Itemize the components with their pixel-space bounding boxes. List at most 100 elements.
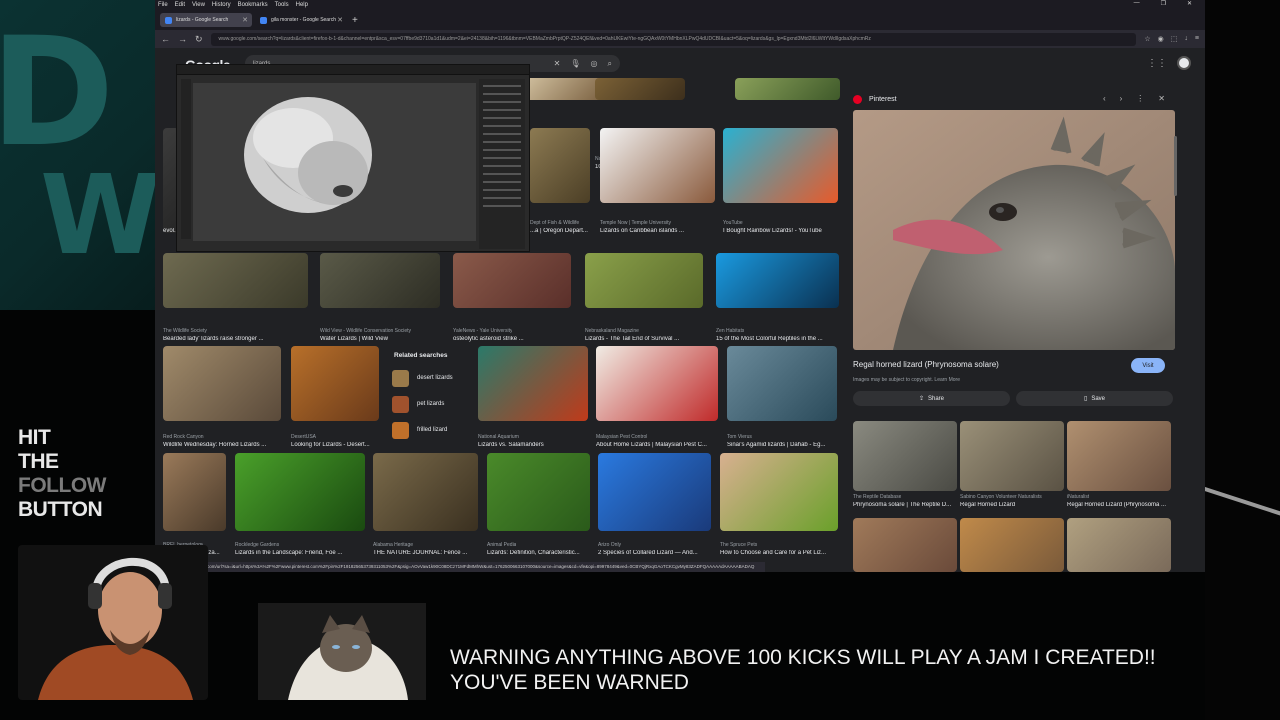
- menu-edit[interactable]: Edit: [175, 2, 185, 8]
- result-source[interactable]: Dept of Fish & Wildlife: [530, 220, 579, 226]
- result-title[interactable]: THE NATURE JOURNAL: Fence ...: [373, 550, 467, 556]
- result-title[interactable]: 2 Species of Collared Lizard — Arid...: [598, 550, 698, 556]
- result-title[interactable]: Bearded lady' lizards raise stronger ...: [163, 336, 264, 342]
- related-image[interactable]: [960, 421, 1064, 491]
- image-result[interactable]: [720, 453, 838, 531]
- preview-source[interactable]: Pinterest: [853, 95, 897, 104]
- result-title[interactable]: 15 of the Most Colorful Reptiles in the …: [716, 336, 823, 342]
- result-title[interactable]: Sinai's Agamid lizards | Dahab - Eg...: [727, 442, 825, 448]
- preview-image[interactable]: [853, 110, 1175, 350]
- menu-history[interactable]: History: [212, 2, 231, 8]
- avatar[interactable]: [1177, 56, 1191, 70]
- image-result[interactable]: [163, 453, 226, 531]
- related-image-title[interactable]: Regal Horned Lizard (Phrynosoma ...: [1067, 502, 1166, 508]
- result-source[interactable]: Zen Habitats: [716, 328, 744, 334]
- result-source[interactable]: YaleNews - Yale University: [453, 328, 512, 334]
- result-source[interactable]: Temple Now | Temple University: [600, 220, 671, 226]
- next-icon[interactable]: ›: [1120, 94, 1123, 103]
- result-source[interactable]: YouTube: [723, 220, 743, 226]
- lens-icon[interactable]: ◎: [591, 59, 598, 69]
- address-bar[interactable]: www.google.com/search?q=lizards&client=f…: [210, 32, 1137, 46]
- image-result[interactable]: [478, 346, 588, 421]
- result-source[interactable]: Nebraskaland Magazine: [585, 328, 639, 334]
- image-result[interactable]: [735, 78, 840, 100]
- forward-icon[interactable]: →: [178, 34, 187, 44]
- result-source[interactable]: Red Rock Canyon: [163, 434, 204, 440]
- related-image-source[interactable]: iNaturalist: [1067, 494, 1089, 500]
- menu-icon[interactable]: ≡: [1195, 35, 1199, 43]
- menu-bookmarks[interactable]: Bookmarks: [238, 2, 268, 8]
- tab-gila-monster[interactable]: gila monster - Google Search ✕: [255, 13, 347, 27]
- image-result[interactable]: [716, 253, 839, 308]
- result-source[interactable]: Tom Vierus: [727, 434, 752, 440]
- preview-scrollbar[interactable]: [1174, 136, 1177, 196]
- extensions-icon[interactable]: ⬚: [1171, 35, 1178, 43]
- mic-icon[interactable]: 🎙: [570, 59, 580, 69]
- result-title[interactable]: Lizards in the Landscape: Friend, Foe ..…: [235, 550, 342, 556]
- menu-view[interactable]: View: [192, 2, 205, 8]
- menu-help[interactable]: Help: [296, 2, 308, 8]
- result-source[interactable]: Alabama Heritage: [373, 542, 413, 548]
- related-image[interactable]: [853, 421, 957, 491]
- result-title[interactable]: Lizards: Definition, Characteristic...: [487, 550, 580, 556]
- back-icon[interactable]: ←: [161, 34, 170, 44]
- more-icon[interactable]: ⋮: [1136, 94, 1144, 103]
- share-button[interactable]: ⇪ Share: [853, 391, 1010, 406]
- image-result[interactable]: [163, 346, 281, 421]
- image-result[interactable]: [596, 346, 718, 421]
- save-button[interactable]: ▯ Save: [1016, 391, 1173, 406]
- image-result[interactable]: [530, 128, 590, 203]
- related-image[interactable]: [960, 518, 1064, 572]
- image-result[interactable]: [727, 346, 837, 421]
- bookmark-star-icon[interactable]: ☆: [1144, 35, 1150, 43]
- blender-viewport[interactable]: [193, 83, 476, 241]
- result-title[interactable]: Water Lizards | Wild View: [320, 336, 388, 342]
- related-item-pet-lizards[interactable]: pet lizards: [388, 391, 471, 417]
- image-result[interactable]: [453, 253, 571, 308]
- minimize-icon[interactable]: —: [1134, 0, 1140, 7]
- visit-button[interactable]: Visit: [1131, 358, 1165, 373]
- image-result[interactable]: [600, 128, 715, 203]
- prev-icon[interactable]: ‹: [1103, 94, 1106, 103]
- result-source[interactable]: Wild View - Wildlife Conservation Societ…: [320, 328, 411, 334]
- image-result[interactable]: [487, 453, 590, 531]
- related-image[interactable]: [853, 518, 957, 572]
- result-source[interactable]: Malaysian Pest Control: [596, 434, 647, 440]
- result-source[interactable]: Arizo Only: [598, 542, 621, 548]
- result-title[interactable]: Lizards vs. Salamanders: [478, 442, 544, 448]
- related-item-frilled-lizard[interactable]: frilled lizard: [388, 417, 471, 443]
- result-title[interactable]: Lizards on Caribbean islands ...: [600, 228, 684, 234]
- close-icon[interactable]: ✕: [1158, 94, 1165, 103]
- result-title[interactable]: Lizards - The Tail End of Survival ...: [585, 336, 679, 342]
- account-icon[interactable]: ◉: [1158, 35, 1164, 43]
- result-title[interactable]: How to Choose and Care for a Pet Liz...: [720, 550, 826, 556]
- result-source[interactable]: Rockledge Gardens: [235, 542, 279, 548]
- related-image-title[interactable]: Regal Horned Lizard: [960, 502, 1015, 508]
- tab-close-icon[interactable]: ✕: [242, 16, 248, 24]
- related-image[interactable]: [1067, 518, 1171, 572]
- tab-close-icon[interactable]: ✕: [337, 16, 343, 24]
- apps-grid-icon[interactable]: ⋮⋮: [1147, 58, 1167, 69]
- related-image[interactable]: [1067, 421, 1171, 491]
- menu-file[interactable]: File: [158, 2, 168, 8]
- related-image-source[interactable]: The Reptile Database: [853, 494, 901, 500]
- result-title[interactable]: About Home Lizards | Malaysian Pest C...: [596, 442, 707, 448]
- maximize-icon[interactable]: ❐: [1161, 0, 1166, 7]
- image-result[interactable]: [598, 453, 711, 531]
- image-result[interactable]: [595, 78, 685, 100]
- related-item-desert-lizards[interactable]: desert lizards: [388, 365, 471, 391]
- result-source[interactable]: DesertUSA: [291, 434, 316, 440]
- image-result[interactable]: [320, 253, 440, 308]
- close-icon[interactable]: ✕: [1187, 0, 1192, 7]
- result-title[interactable]: osteolytic asteroid strike ...: [453, 336, 524, 342]
- menu-tools[interactable]: Tools: [275, 2, 289, 8]
- search-icon[interactable]: ⌕: [608, 59, 612, 69]
- image-result[interactable]: [235, 453, 365, 531]
- result-source[interactable]: The Wildlife Society: [163, 328, 207, 334]
- clear-icon[interactable]: ✕: [554, 59, 561, 69]
- new-tab-icon[interactable]: +: [352, 15, 358, 26]
- image-result[interactable]: [163, 253, 308, 308]
- tab-lizards[interactable]: lizards - Google Search ✕: [160, 13, 252, 27]
- image-result[interactable]: [723, 128, 838, 203]
- reload-icon[interactable]: ↻: [195, 34, 203, 45]
